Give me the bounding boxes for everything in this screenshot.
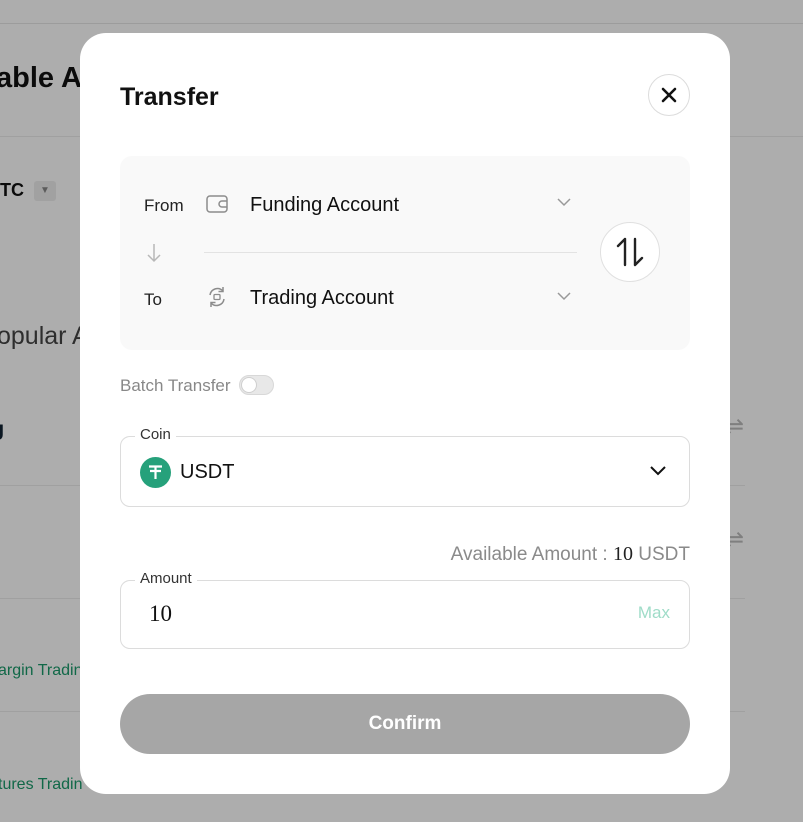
confirm-button[interactable]: Confirm (120, 694, 690, 754)
swap-accounts-button[interactable] (600, 222, 660, 282)
batch-transfer-toggle[interactable] (239, 375, 274, 395)
tether-icon (140, 457, 171, 488)
chevron-down-icon (650, 466, 666, 476)
chevron-down-icon[interactable] (556, 290, 572, 302)
batch-transfer-label: Batch Transfer (120, 376, 231, 395)
to-account-select[interactable]: Trading Account (250, 287, 394, 310)
to-label: To (144, 290, 162, 309)
from-label: From (144, 196, 184, 215)
close-button[interactable] (648, 74, 690, 116)
row-divider (204, 252, 577, 253)
available-amount: Available Amount : 10 USDT (451, 543, 690, 566)
modal-title: Transfer (120, 83, 219, 111)
coin-legend: Coin (135, 426, 176, 443)
swap-vertical-icon (616, 237, 644, 267)
from-account-select[interactable]: Funding Account (250, 194, 399, 217)
amount-input[interactable] (149, 601, 569, 627)
close-icon (661, 87, 677, 103)
max-button[interactable]: Max (638, 603, 670, 623)
transfer-modal: Transfer From Funding Account To Trading… (80, 33, 730, 794)
exchange-cycle-icon (206, 287, 228, 307)
coin-value: USDT (180, 461, 235, 483)
available-amount-unit: USDT (638, 544, 690, 565)
coin-select[interactable]: Coin USDT (120, 426, 690, 507)
wallet-icon (206, 194, 228, 214)
available-amount-label: Available Amount : (450, 544, 608, 565)
chevron-down-icon[interactable] (556, 196, 572, 208)
toggle-knob (241, 377, 257, 393)
amount-legend: Amount (135, 570, 197, 587)
available-amount-value: 10 (612, 543, 633, 565)
account-selector: From Funding Account To Trading Account (120, 156, 690, 350)
arrow-down-icon (147, 244, 161, 263)
amount-field: Amount Max (120, 570, 690, 649)
